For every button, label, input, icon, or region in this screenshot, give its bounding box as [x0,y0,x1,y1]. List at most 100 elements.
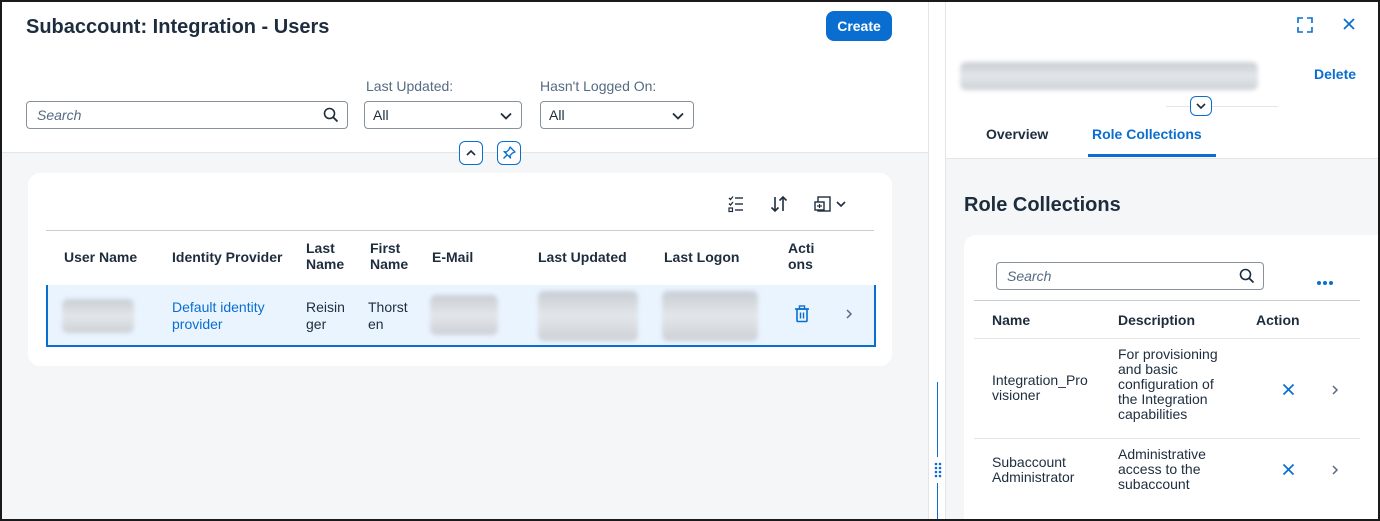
fullscreen-icon[interactable] [1296,16,1314,37]
pin-icon [503,146,516,159]
search-icon[interactable] [323,107,339,126]
column-name[interactable]: Name [992,312,1030,328]
cell-line: access to the [1118,461,1201,477]
chevron-right-icon[interactable] [1330,463,1340,479]
cell-line: Administrator [992,469,1075,485]
redacted-user-title [960,62,1258,90]
redacted-last-updated [538,291,638,341]
identity-provider-cell[interactable]: Default identity provider [172,299,265,333]
remove-icon[interactable] [1282,463,1295,479]
cell-line: capabilities [1118,406,1188,422]
column-description[interactable]: Description [1118,312,1195,328]
last-name-cell: Reisin ger [306,299,345,333]
create-button[interactable]: Create [826,11,892,41]
column-last-name-line: Name [306,256,345,272]
selected-tab-indicator [1088,154,1216,157]
close-icon[interactable] [1342,17,1356,34]
user-detail-panel: Delete Overview Role Collections Role Co… [946,2,1378,519]
redacted-email [430,295,498,335]
search-icon[interactable] [1239,268,1255,287]
column-first-name[interactable]: First Name [370,240,408,272]
chevron-down-icon [499,109,513,126]
column-actions: Acti ons [788,240,814,272]
column-email[interactable]: E-Mail [432,249,473,265]
cell-line: subaccount [1118,476,1190,492]
column-first-name-line: First [370,240,401,256]
column-last-name[interactable]: Last Name [306,240,344,272]
search-placeholder: Search [1007,268,1052,284]
last-updated-select[interactable]: All [364,101,522,129]
cell-line: Administrative [1118,446,1206,462]
role-name-cell: Subaccount Administrator [992,455,1074,485]
expand-header-button[interactable] [1190,96,1212,116]
chevron-down-icon [1196,103,1206,110]
cell-line: provider [172,316,223,332]
column-first-name-line: Name [370,256,409,272]
cell-line: For provisioning [1118,346,1218,362]
table-header-divider [46,230,874,231]
cell-line: Integration_Pro [992,372,1088,388]
splitter-line [937,382,938,519]
remove-icon[interactable] [1282,383,1295,399]
multi-select-icon[interactable] [728,195,744,216]
users-table: User Name Identity Provider Last Name Fi… [28,173,892,366]
redacted-user-name [62,299,134,333]
cell-line: Thorst [368,299,408,315]
logged-on-select[interactable]: All [540,101,694,129]
column-action: Action [1256,312,1300,328]
column-identity-provider[interactable]: Identity Provider [172,249,282,265]
role-name-cell: Integration_Pro visioner [992,373,1088,403]
column-last-name-line: Last [306,240,335,256]
delete-icon[interactable] [794,305,810,326]
logged-on-value: All [549,107,565,123]
cell-line: Subaccount [992,454,1066,470]
cell-line: ger [306,316,327,332]
role-collections-table: Search Name Description Action Integrati… [964,235,1378,519]
redacted-last-logon [662,291,758,341]
grip-icon[interactable] [931,457,945,483]
logged-on-label: Hasn't Logged On: [540,78,657,94]
page-title: Subaccount: Integration - Users [26,16,330,38]
pin-header-button[interactable] [497,141,521,165]
cell-line: Default identity [172,299,265,315]
cell-line: visioner [992,387,1041,403]
cell-line: Reisin [306,299,345,315]
header-divider [1166,106,1278,107]
table-row[interactable]: Subaccount Administrator Administrative … [974,439,1360,509]
chevron-right-icon[interactable] [844,307,854,323]
section-title: Role Collections [964,194,1121,216]
last-updated-value: All [373,107,389,123]
rc-header-top-divider [974,300,1360,301]
table-row[interactable]: Default identity provider Reisin ger Tho… [46,285,876,347]
last-updated-label: Last Updated: [366,78,454,94]
column-actions-line: ons [788,256,813,272]
chevron-up-icon [466,149,476,156]
delete-button[interactable]: Delete [1314,66,1356,82]
role-description-cell: For provisioning and basic configuration… [1118,347,1218,422]
table-row[interactable]: Integration_Pro visioner For provisionin… [974,339,1360,439]
tab-role-collections[interactable]: Role Collections [1092,126,1202,142]
column-last-logon[interactable]: Last Logon [664,249,739,265]
column-splitter[interactable] [928,2,946,519]
cell-line: en [368,316,384,332]
collapse-header-button[interactable] [459,141,483,165]
chevron-down-icon [671,109,685,126]
column-actions-line: Acti [788,240,815,256]
cell-line: and basic [1118,361,1178,377]
users-page: Subaccount: Integration - Users Create S… [2,2,928,519]
page-header: Subaccount: Integration - Users Create S… [2,2,928,153]
tab-overview[interactable]: Overview [986,126,1048,142]
export-icon[interactable] [814,195,848,216]
user-search-input[interactable]: Search [26,101,348,129]
chevron-right-icon[interactable] [1330,383,1340,399]
column-user-name[interactable]: User Name [64,249,137,265]
sort-icon[interactable] [770,195,788,216]
role-search-input[interactable]: Search [996,262,1264,290]
cell-line: configuration of [1118,376,1214,392]
more-options-icon[interactable] [1316,273,1334,289]
search-placeholder: Search [37,107,82,123]
first-name-cell: Thorst en [368,299,408,333]
column-last-updated[interactable]: Last Updated [538,249,627,265]
detail-header: Delete Overview Role Collections [946,2,1378,159]
role-description-cell: Administrative access to the subaccount [1118,447,1206,492]
